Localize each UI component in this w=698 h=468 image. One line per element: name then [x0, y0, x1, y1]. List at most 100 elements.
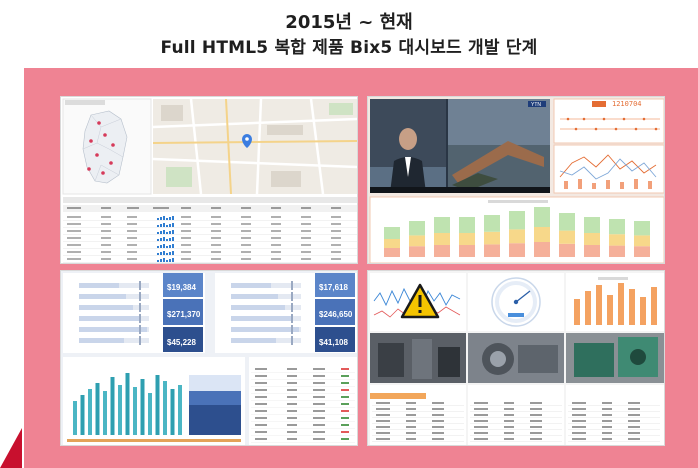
- spark-bar: [160, 259, 162, 262]
- stacked-bar-segment: [559, 230, 575, 244]
- machine-cell: [406, 432, 416, 434]
- stacked-bar-segment: [534, 207, 550, 227]
- machine-row-line: [372, 423, 464, 424]
- table-cell: [67, 223, 81, 225]
- table-cell: [67, 244, 81, 246]
- revenue-bar: [178, 385, 182, 435]
- kpi-box-4: $17,618: [315, 273, 355, 297]
- stacked-bar-segment: [459, 233, 475, 245]
- table-cell: [211, 216, 221, 218]
- machine-cell: [602, 426, 612, 428]
- range-marker: [291, 303, 293, 312]
- table-row-line: [63, 262, 357, 263]
- machine-cell: [474, 432, 488, 434]
- finance-cell: [313, 410, 325, 412]
- finance-cell: [255, 431, 267, 433]
- table-cell: [127, 251, 137, 253]
- machine-cell: [406, 402, 416, 404]
- revenue-bar: [80, 395, 85, 435]
- spark-bar: [157, 253, 159, 255]
- machine-cell: [432, 426, 444, 428]
- machine-row-line: [470, 411, 562, 412]
- machine-cell: [602, 402, 612, 404]
- table-cell: [211, 251, 221, 253]
- table-cell: [101, 251, 111, 253]
- machine-cell: [530, 438, 542, 440]
- machine-cell: [376, 438, 390, 440]
- machine-cell: [432, 438, 444, 440]
- machine-cell: [474, 420, 488, 422]
- spark-bar: [160, 238, 162, 241]
- spark-bar: [166, 246, 168, 248]
- machine-row-line: [568, 429, 660, 430]
- stacked-bar-segment: [609, 245, 625, 257]
- machine-cell: [530, 420, 542, 422]
- table-row-line: [63, 220, 357, 221]
- machine-cell: [376, 420, 390, 422]
- machine-cell: [530, 426, 542, 428]
- machine-cell: [628, 432, 640, 434]
- kpi-value-2: $271,370: [167, 310, 201, 319]
- table-cell: [271, 223, 281, 225]
- finance-status: [341, 403, 349, 405]
- finance-cell: [287, 382, 297, 384]
- machine-cell: [530, 414, 542, 416]
- machine-cell: [628, 408, 640, 410]
- finance-row-line: [251, 372, 355, 373]
- finance-cell: [287, 438, 297, 440]
- finance-row-line: [251, 407, 355, 408]
- machine-cell: [474, 408, 488, 410]
- spark-bar: [157, 225, 159, 227]
- spark-bar: [166, 260, 168, 262]
- table-cell: [211, 223, 221, 225]
- industrial-bar: [596, 285, 602, 325]
- machine-cell: [504, 402, 514, 404]
- spark-bar: [172, 237, 174, 241]
- stacked-bar-segment: [434, 245, 450, 257]
- finance-cell: [287, 403, 297, 405]
- machine-cell: [572, 432, 586, 434]
- machine-cell: [474, 426, 488, 428]
- table-cell: [101, 237, 111, 239]
- table-cell: [67, 251, 81, 253]
- machine-cell: [628, 402, 640, 404]
- spark-bar: [169, 238, 171, 241]
- finance-cell: [313, 389, 325, 391]
- machine-cell: [406, 438, 416, 440]
- finance-row-line: [251, 414, 355, 415]
- spark-bar: [157, 260, 159, 262]
- channel-logo: YTN: [531, 102, 541, 108]
- machine-row-line: [372, 435, 464, 436]
- kpi-box-3: $45,228: [163, 327, 203, 352]
- stacked-bar-segment: [584, 217, 600, 233]
- finance-status: [341, 396, 349, 398]
- machine-cell: [602, 408, 612, 410]
- stacked-bar-segment: [509, 211, 525, 230]
- range-fill: [79, 294, 126, 299]
- table-row-line: [63, 234, 357, 235]
- stacked-bar-segment: [559, 213, 575, 231]
- range-fill: [231, 283, 271, 288]
- finance-cell: [255, 417, 267, 419]
- spark-bar: [163, 258, 165, 262]
- spark-bar: [163, 223, 165, 227]
- finance-status: [341, 368, 349, 370]
- machine-cell: [628, 414, 640, 416]
- broadcast-dashboard-graphic: YTN 1210704: [368, 97, 664, 263]
- table-cell: [67, 216, 81, 218]
- spark-bar: [163, 230, 165, 234]
- industrial-dashboard-graphic: [368, 271, 664, 445]
- machine-cell: [474, 402, 488, 404]
- heading-line2: Full HTML5 복합 제품 Bix5 대시보드 개발 단계: [160, 38, 538, 58]
- spark-bar: [160, 217, 162, 220]
- spark-bar: [163, 237, 165, 241]
- table-cell: [301, 251, 311, 253]
- finance-status: [341, 417, 349, 419]
- table-cell: [331, 237, 341, 239]
- revenue-bar: [125, 373, 130, 435]
- stacked-bar-segment: [559, 243, 575, 257]
- finance-row-line: [251, 393, 355, 394]
- kpi-value-5: $246,650: [319, 310, 353, 319]
- table-cell: [271, 237, 281, 239]
- map-dashboard-screenshot: [60, 96, 358, 264]
